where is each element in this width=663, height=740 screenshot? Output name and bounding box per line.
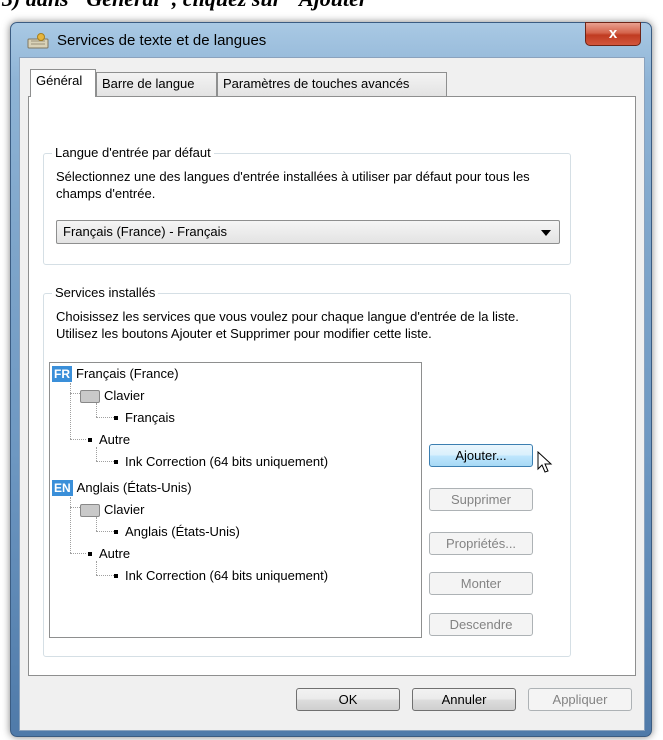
- mouse-pointer-icon: [537, 451, 553, 473]
- tree-item-keyboard-layout[interactable]: Français: [114, 409, 175, 427]
- default-language-description: Sélectionnez une des langues d'entrée in…: [56, 169, 530, 201]
- close-icon: x: [608, 25, 618, 42]
- bullet-icon: [88, 437, 92, 442]
- properties-button[interactable]: Propriétés...: [429, 532, 533, 555]
- instruction-caption: 3) dans "Général", cliquez sur "Ajouter": [2, 0, 380, 12]
- installed-services-legend: Services installés: [52, 285, 159, 300]
- move-up-button[interactable]: Monter: [429, 572, 533, 595]
- tree-item-other[interactable]: Autre: [88, 545, 130, 563]
- tree-item-language-fr[interactable]: FR Français (France): [52, 365, 179, 383]
- services-tree[interactable]: FR Français (France) Clavier Français Aut…: [49, 362, 422, 638]
- tab-general[interactable]: Général: [30, 69, 96, 97]
- bullet-icon: [114, 459, 118, 464]
- bullet-icon: [114, 415, 118, 420]
- installed-services-group: Services installés Choisissez les servic…: [43, 285, 571, 657]
- tree-connector: [96, 447, 97, 461]
- dialog-client-area: Général Barre de langue Paramètres de to…: [19, 57, 645, 731]
- apply-button[interactable]: Appliquer: [528, 688, 632, 711]
- chevron-down-icon: [541, 230, 551, 236]
- tree-connector: [96, 417, 114, 418]
- title-bar[interactable]: Services de texte et de langues x: [11, 22, 651, 55]
- default-language-legend: Langue d'entrée par défaut: [52, 145, 214, 160]
- tree-connector: [96, 561, 97, 575]
- default-language-group: Langue d'entrée par défaut Sélectionnez …: [43, 145, 571, 265]
- close-button[interactable]: x: [585, 22, 641, 46]
- tree-connector: [96, 517, 97, 531]
- en-language-icon: EN: [52, 480, 73, 496]
- window-title: Services de texte et de langues: [57, 32, 267, 49]
- tree-item-ink-correction[interactable]: Ink Correction (64 bits uniquement): [114, 567, 328, 585]
- tree-item-language-en[interactable]: EN Anglais (États-Unis): [52, 479, 192, 497]
- fr-language-icon: FR: [52, 366, 72, 382]
- tree-item-keyboard[interactable]: Clavier: [80, 387, 144, 405]
- move-down-button[interactable]: Descendre: [429, 613, 533, 636]
- language-services-icon: [27, 33, 49, 49]
- tree-connector: [96, 461, 114, 462]
- installed-services-description: Choisissez les services que vous voulez …: [56, 309, 519, 341]
- tree-connector: [70, 383, 71, 439]
- tab-language-bar[interactable]: Barre de langue: [96, 72, 217, 96]
- tree-connector: [96, 403, 97, 417]
- tree-item-keyboard-layout[interactable]: Anglais (États-Unis): [114, 523, 240, 541]
- tree-connector: [70, 553, 86, 554]
- general-tab-panel: Langue d'entrée par défaut Sélectionnez …: [28, 96, 636, 676]
- keyboard-icon: [80, 504, 100, 518]
- keyboard-icon: [80, 390, 100, 404]
- tree-connector: [70, 439, 86, 440]
- bullet-icon: [114, 573, 118, 578]
- bullet-icon: [114, 529, 118, 534]
- bullet-icon: [88, 551, 92, 556]
- remove-button[interactable]: Supprimer: [429, 488, 533, 511]
- tree-item-keyboard[interactable]: Clavier: [80, 501, 144, 519]
- tree-item-other[interactable]: Autre: [88, 431, 130, 449]
- cancel-button[interactable]: Annuler: [412, 688, 516, 711]
- default-language-select[interactable]: Français (France) - Français: [56, 220, 560, 244]
- tree-connector: [96, 575, 114, 576]
- add-button[interactable]: Ajouter...: [429, 444, 533, 467]
- tree-connector: [70, 497, 71, 553]
- ok-button[interactable]: OK: [296, 688, 400, 711]
- tab-advanced-key-settings[interactable]: Paramètres de touches avancés: [217, 72, 447, 96]
- tree-connector: [96, 531, 114, 532]
- dialog-window: Services de texte et de langues x Généra…: [10, 22, 652, 737]
- tree-item-ink-correction[interactable]: Ink Correction (64 bits uniquement): [114, 453, 328, 471]
